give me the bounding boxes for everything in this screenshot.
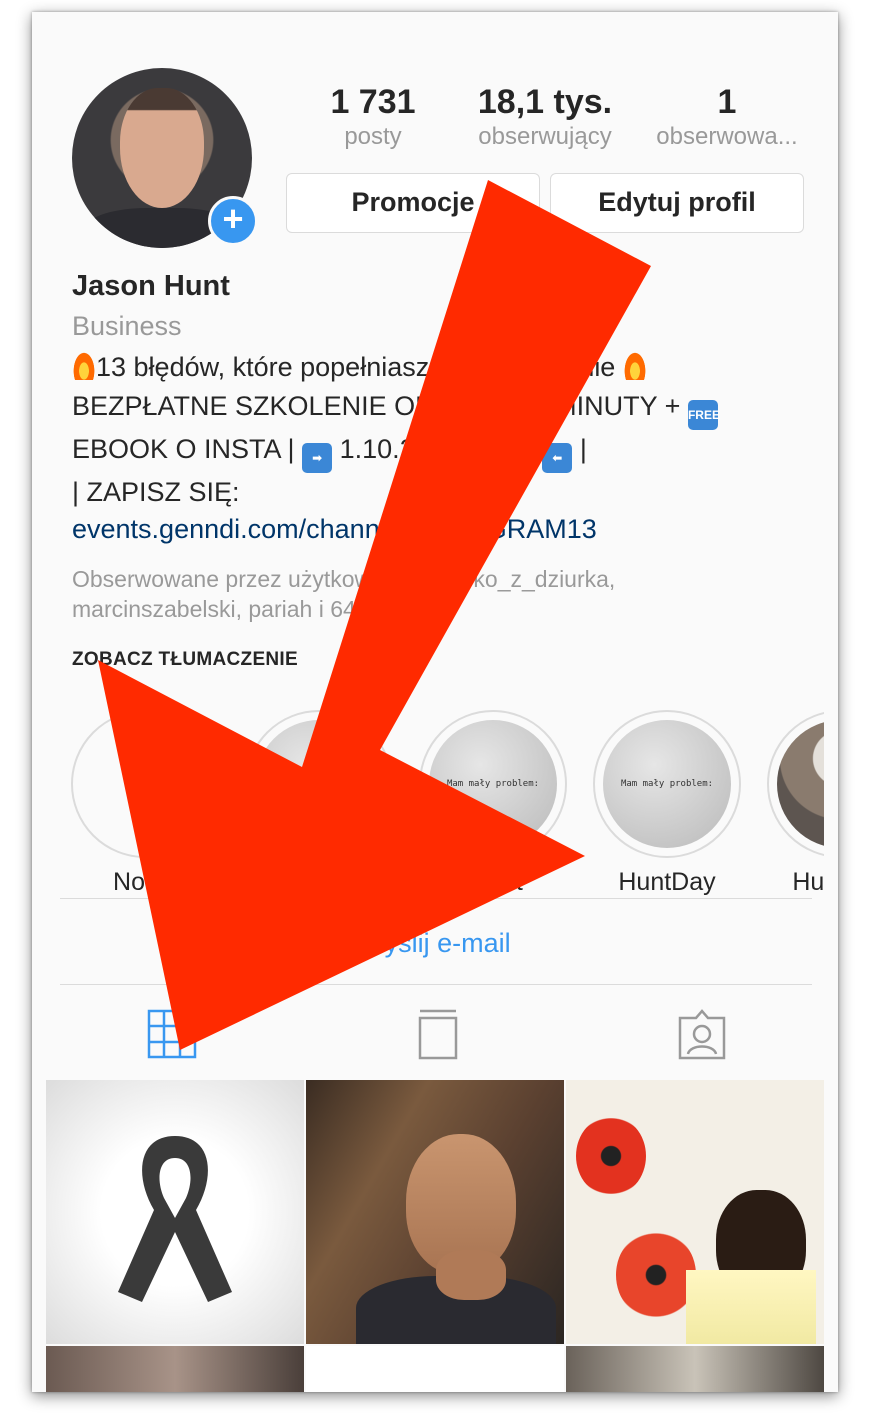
highlight-label: HuntDay: [792, 868, 824, 896]
send-email-link[interactable]: Wyślij e-mail: [46, 928, 824, 959]
profile-name: Jason Hunt: [72, 270, 230, 302]
grid-image-bald-man-portrait[interactable]: [306, 1080, 564, 1344]
posts-label: posty: [344, 123, 402, 150]
fire-emoji-icon: [622, 350, 647, 380]
divider: [60, 984, 812, 985]
divider: [60, 898, 812, 899]
grid-icon[interactable]: [146, 1008, 198, 1060]
black-ribbon-icon: [118, 1136, 232, 1302]
stat-posts[interactable]: 1 731 posty: [318, 82, 428, 152]
highlight-label: Sport: [463, 868, 523, 896]
followed-by-text[interactable]: Obserwowane przez użytkowników ducko_z_d…: [72, 564, 792, 624]
profile-bio: 13 błędów, które popełniasz na Instagram…: [72, 348, 802, 512]
fire-emoji-icon: [72, 350, 96, 380]
following-count: 1: [717, 83, 737, 121]
followers-count: 18,1 tys.: [477, 83, 613, 121]
following-label: obserwowa...: [656, 123, 798, 150]
see-translation-link[interactable]: ZOBACZ TŁUMACZENIE: [72, 649, 298, 671]
screenshot-frame: + 1 731 posty 18,1 tys. obserwujący 1 ob…: [32, 12, 838, 1392]
bio-line-1: 13 błędów, które popełniasz na Instagram…: [72, 348, 802, 387]
stat-followers[interactable]: 18,1 tys. obserwujący: [460, 82, 630, 152]
arrow-right-emoji-icon: ➡: [302, 443, 333, 473]
portrait-hand: [436, 1250, 506, 1300]
highlight-label: HuntDay: [618, 868, 716, 896]
highlight-item[interactable]: Mam mały problem: HuntDay: [592, 710, 742, 897]
highlight-new[interactable]: + Nowe: [70, 710, 220, 897]
arrow-left-emoji-icon: ⬅: [542, 443, 573, 473]
bio-line-4: | ZAPISZ SIĘ:: [72, 477, 240, 507]
profile-screen: + 1 731 posty 18,1 tys. obserwujący 1 ob…: [46, 26, 824, 1392]
highlight-cover-photo: [777, 720, 824, 848]
poppy-flower: [576, 1116, 646, 1196]
avatar-face: [120, 88, 204, 208]
promotions-button[interactable]: Promocje: [286, 173, 540, 233]
highlight-new-ring: +: [71, 710, 219, 858]
highlight-label: Nowe: [113, 868, 177, 896]
highlight-cover: Mam mały problem:: [429, 720, 557, 848]
grid-image-partial[interactable]: [46, 1346, 304, 1392]
poppy-flower: [616, 1230, 696, 1320]
free-badge-icon: FREE: [687, 400, 720, 430]
posts-count: 1 731: [330, 83, 416, 121]
profile-category: Business: [72, 311, 182, 341]
plus-icon: +: [122, 741, 168, 826]
highlight-item[interactable]: HuntDay: [766, 710, 824, 897]
profile-website-link[interactable]: events.genndi.com/channel/INSTAGRAM13: [72, 514, 597, 545]
bio-line-3: EBOOK O INSTA | ➡ 1.10.2018 20:00 ⬅ |: [72, 430, 802, 473]
edit-profile-button[interactable]: Edytuj profil: [550, 173, 804, 233]
highlight-cover: Mam mały problem:: [603, 720, 731, 848]
add-story-plus-icon[interactable]: +: [208, 196, 258, 246]
highlight-label: Pożegnanie: [252, 868, 386, 896]
grid-image-dog-on-bedding[interactable]: [566, 1080, 824, 1344]
followers-label: obserwujący: [478, 123, 612, 150]
highlight-cover: [255, 720, 383, 848]
highlight-item[interactable]: Pożegnanie: [244, 710, 394, 897]
grid-image-partial[interactable]: [566, 1346, 824, 1392]
grid-image-partial[interactable]: [306, 1346, 564, 1392]
stat-following[interactable]: 1 obserwowa...: [652, 82, 802, 152]
bio-line-2: BEZPŁATNE SZKOLENIE ONLINE | 23 MINUTY +…: [72, 387, 802, 430]
highlight-item[interactable]: Mam mały problem: Sport: [418, 710, 568, 897]
tagged-icon[interactable]: [676, 1008, 728, 1062]
grid-image-black-ribbon[interactable]: [46, 1080, 304, 1344]
feed-icon[interactable]: [416, 1008, 460, 1062]
blanket: [686, 1270, 816, 1344]
